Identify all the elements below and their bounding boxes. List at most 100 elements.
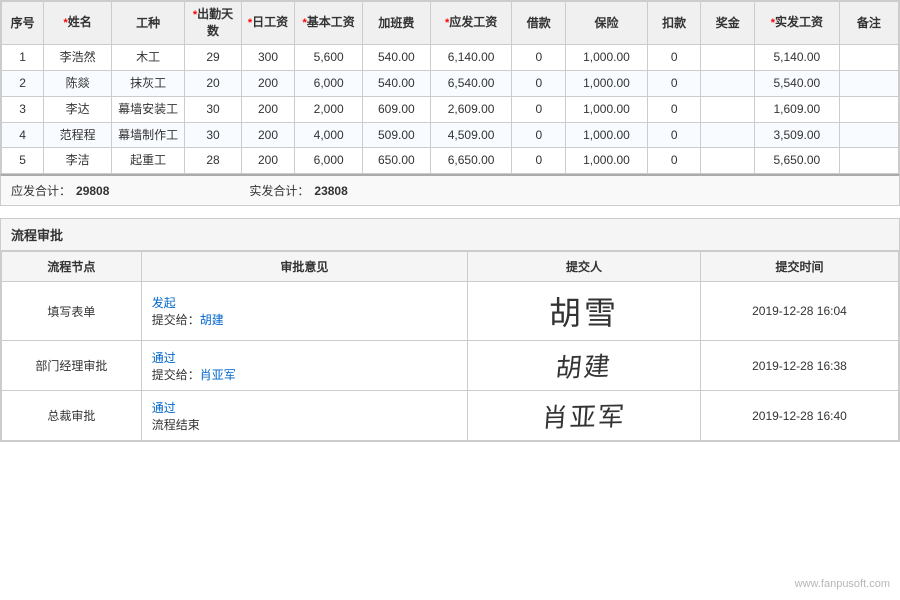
cell-remark bbox=[839, 70, 898, 96]
signature: 肖亚军 bbox=[541, 396, 628, 434]
summary-actual: 实发合计： 23808 bbox=[249, 182, 347, 199]
cell-insurance: 1,000.00 bbox=[566, 70, 648, 96]
watermark: www.fanpusoft.com bbox=[795, 578, 890, 590]
col-header-insurance: 保险 bbox=[566, 2, 648, 45]
col-header-bonus: 奖金 bbox=[701, 2, 755, 45]
cell-bonus bbox=[701, 96, 755, 122]
cell-type: 木工 bbox=[111, 45, 184, 71]
cell-name: 范程程 bbox=[44, 122, 112, 148]
cell-name: 李达 bbox=[44, 96, 112, 122]
cell-remark bbox=[839, 148, 898, 174]
cell-remark bbox=[839, 45, 898, 71]
cell-deduct: 0 bbox=[647, 122, 701, 148]
workflow-table: 流程节点 审批意见 提交人 提交时间 填写表单发起提交给：胡建胡雪2019-12… bbox=[1, 251, 899, 441]
cell-remark bbox=[839, 96, 898, 122]
wf-col-node: 流程节点 bbox=[2, 252, 142, 282]
cell-bonus bbox=[701, 70, 755, 96]
cell-loan: 0 bbox=[512, 96, 566, 122]
wf-col-time: 提交时间 bbox=[700, 252, 898, 282]
table-row: 1李浩然木工293005,600540.006,140.0001,000.000… bbox=[2, 45, 899, 71]
wf-opinion-status: 发起 bbox=[152, 296, 176, 310]
cell-actual: 5,540.00 bbox=[755, 70, 840, 96]
cell-actual: 5,650.00 bbox=[755, 148, 840, 174]
workflow-section: 流程审批 流程节点 审批意见 提交人 提交时间 填写表单发起提交给：胡建胡雪20… bbox=[0, 218, 900, 442]
cell-should: 6,140.00 bbox=[430, 45, 512, 71]
cell-days: 30 bbox=[185, 96, 241, 122]
summary-should-label: 应发合计： bbox=[11, 182, 71, 199]
cell-seq: 2 bbox=[2, 70, 44, 96]
cell-overtime: 650.00 bbox=[363, 148, 431, 174]
cell-insurance: 1,000.00 bbox=[566, 96, 648, 122]
cell-should: 6,650.00 bbox=[430, 148, 512, 174]
cell-loan: 0 bbox=[512, 148, 566, 174]
cell-name: 陈燚 bbox=[44, 70, 112, 96]
cell-type: 起重工 bbox=[111, 148, 184, 174]
cell-insurance: 1,000.00 bbox=[566, 122, 648, 148]
wf-node: 填写表单 bbox=[2, 282, 142, 341]
cell-seq: 3 bbox=[2, 96, 44, 122]
col-header-overtime: 加班费 bbox=[363, 2, 431, 45]
cell-base: 2,000 bbox=[295, 96, 363, 122]
cell-deduct: 0 bbox=[647, 96, 701, 122]
wf-node: 部门经理审批 bbox=[2, 341, 142, 391]
wf-opinion-detail: 流程结束 bbox=[152, 418, 200, 432]
workflow-row: 总裁审批通过流程结束肖亚军2019-12-28 16:40 bbox=[2, 391, 899, 441]
cell-remark bbox=[839, 122, 898, 148]
summary-actual-label: 实发合计： bbox=[249, 182, 309, 199]
cell-days: 20 bbox=[185, 70, 241, 96]
cell-actual: 5,140.00 bbox=[755, 45, 840, 71]
col-header-remark: 备注 bbox=[839, 2, 898, 45]
cell-bonus bbox=[701, 122, 755, 148]
wf-opinion-status: 通过 bbox=[152, 401, 176, 415]
cell-days: 30 bbox=[185, 122, 241, 148]
cell-actual: 3,509.00 bbox=[755, 122, 840, 148]
cell-bonus bbox=[701, 45, 755, 71]
cell-should: 4,509.00 bbox=[430, 122, 512, 148]
col-header-base: *基本工资 bbox=[295, 2, 363, 45]
table-row: 4范程程幕墙制作工302004,000509.004,509.0001,000.… bbox=[2, 122, 899, 148]
signature: 胡建 bbox=[554, 346, 614, 385]
wf-opinion-detail: 提交给：肖亚军 bbox=[152, 368, 236, 382]
cell-daily: 200 bbox=[241, 70, 295, 96]
wf-submitter: 胡建 bbox=[467, 341, 700, 391]
summary-should: 应发合计： 29808 bbox=[11, 182, 109, 199]
salary-table: 序号 *姓名 工种 *出勤天数 *日工资 *基本工资 加班费 *应发工资 借款 … bbox=[1, 1, 899, 174]
table-row: 5李洁起重工282006,000650.006,650.0001,000.000… bbox=[2, 148, 899, 174]
cell-deduct: 0 bbox=[647, 45, 701, 71]
summary-actual-value: 23808 bbox=[314, 184, 347, 198]
col-header-daily: *日工资 bbox=[241, 2, 295, 45]
signature: 胡雪 bbox=[549, 288, 619, 334]
table-row: 2陈燚抹灰工202006,000540.006,540.0001,000.000… bbox=[2, 70, 899, 96]
cell-seq: 5 bbox=[2, 148, 44, 174]
cell-overtime: 540.00 bbox=[363, 70, 431, 96]
cell-should: 2,609.00 bbox=[430, 96, 512, 122]
cell-overtime: 509.00 bbox=[363, 122, 431, 148]
cell-overtime: 609.00 bbox=[363, 96, 431, 122]
col-header-type: 工种 bbox=[111, 2, 184, 45]
cell-should: 6,540.00 bbox=[430, 70, 512, 96]
col-header-days: *出勤天数 bbox=[185, 2, 241, 45]
table-header-row: 序号 *姓名 工种 *出勤天数 *日工资 *基本工资 加班费 *应发工资 借款 … bbox=[2, 2, 899, 45]
cell-insurance: 1,000.00 bbox=[566, 45, 648, 71]
workflow-row: 部门经理审批通过提交给：肖亚军胡建2019-12-28 16:38 bbox=[2, 341, 899, 391]
cell-base: 4,000 bbox=[295, 122, 363, 148]
wf-opinion: 通过提交给：肖亚军 bbox=[141, 341, 467, 391]
cell-daily: 300 bbox=[241, 45, 295, 71]
cell-days: 28 bbox=[185, 148, 241, 174]
wf-submitter: 肖亚军 bbox=[467, 391, 700, 441]
col-header-loan: 借款 bbox=[512, 2, 566, 45]
wf-opinion: 通过流程结束 bbox=[141, 391, 467, 441]
cell-daily: 200 bbox=[241, 148, 295, 174]
cell-loan: 0 bbox=[512, 70, 566, 96]
col-header-deduct: 扣款 bbox=[647, 2, 701, 45]
cell-deduct: 0 bbox=[647, 70, 701, 96]
cell-actual: 1,609.00 bbox=[755, 96, 840, 122]
wf-submitter: 胡雪 bbox=[467, 282, 700, 341]
cell-days: 29 bbox=[185, 45, 241, 71]
cell-daily: 200 bbox=[241, 122, 295, 148]
workflow-row: 填写表单发起提交给：胡建胡雪2019-12-28 16:04 bbox=[2, 282, 899, 341]
wf-col-opinion: 审批意见 bbox=[141, 252, 467, 282]
cell-type: 幕墙安装工 bbox=[111, 96, 184, 122]
col-header-name: *姓名 bbox=[44, 2, 112, 45]
cell-insurance: 1,000.00 bbox=[566, 148, 648, 174]
